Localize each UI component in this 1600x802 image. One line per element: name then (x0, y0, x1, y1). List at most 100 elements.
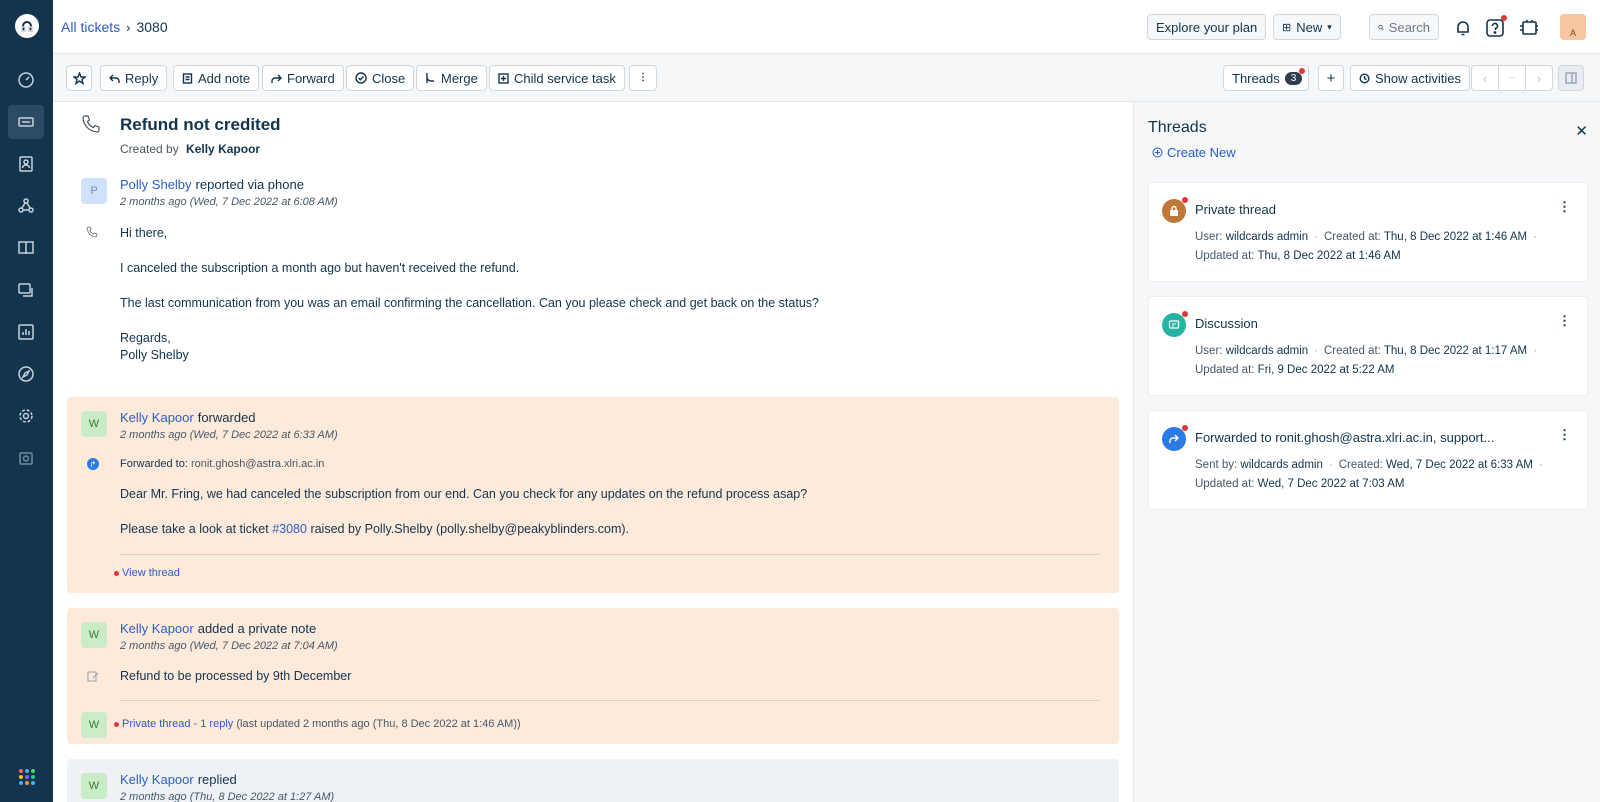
forward-arrow-icon (271, 74, 282, 83)
breadcrumb: All tickets › 3080 (61, 19, 168, 35)
ticket-pager[interactable]: -- (1498, 65, 1526, 91)
threads-panel: Threads ✕ Create New Private thread ⋮ Us… (1133, 102, 1600, 802)
marketplace-icon[interactable] (8, 441, 44, 475)
close-icon[interactable]: ✕ (1575, 122, 1588, 140)
unread-dot (1182, 425, 1188, 431)
forwarded-to-line: Forwarded to: ronit.ghosh@astra.xlri.ac.… (120, 458, 324, 470)
child-service-task-label: Child service task (514, 70, 616, 86)
kebab-menu-icon[interactable]: ⋮ (1558, 313, 1571, 329)
help-icon[interactable] (1483, 15, 1507, 40)
message-body-line: Please take a look at ticket #3080 raise… (120, 521, 629, 538)
child-service-task-button[interactable]: Child service task (489, 65, 625, 91)
forward-button[interactable]: Forward (262, 65, 344, 91)
meta-value: Wed, 7 Dec 2022 at 6:33 AM (1386, 459, 1533, 471)
forums-icon[interactable] (8, 273, 44, 307)
private-thread-line: Private thread - 1 reply (last updated 2… (114, 718, 521, 730)
private-note-card: W Kelly Kapoor added a private note 2 mon… (67, 608, 1119, 744)
add-note-label: Add note (198, 70, 251, 86)
kebab-menu-icon: ⋮ (638, 72, 648, 83)
search-placeholder: Search (1388, 19, 1430, 35)
more-actions-button[interactable]: ⋮ (629, 65, 657, 91)
thread-meta-line: User: wildcards admin · Created at: Thu, 8… (1195, 345, 1537, 357)
breadcrumb-all-tickets-link[interactable]: All tickets (61, 19, 120, 35)
private-thread-link[interactable]: Private thread - 1 reply (122, 718, 233, 730)
star-icon (72, 71, 86, 85)
body-text: raised by Polly.Shelby (polly.shelby@pea… (310, 522, 630, 536)
reports-icon[interactable] (8, 315, 44, 349)
app-logo-icon[interactable] (15, 14, 39, 38)
avatar-letter: W (88, 719, 100, 731)
meta-value: Thu, 8 Dec 2022 at 1:46 AM (1383, 231, 1528, 243)
meta-value: Fri, 9 Dec 2022 at 5:22 AM (1257, 364, 1395, 376)
threads-notification-dot (1299, 68, 1306, 74)
kebab-menu-icon[interactable]: ⋮ (1558, 427, 1571, 443)
view-thread-label: View thread (122, 567, 180, 579)
star-button[interactable] (66, 65, 92, 91)
notifications-bell-icon[interactable] (1451, 16, 1475, 40)
add-note-button[interactable]: Add note (173, 65, 260, 91)
reply-button[interactable]: Reply (100, 65, 168, 91)
author-link[interactable]: Kelly Kapoor (120, 772, 194, 787)
history-icon (1359, 72, 1370, 84)
apps-grid-icon[interactable] (19, 769, 35, 785)
show-activities-button[interactable]: Show activities (1350, 65, 1470, 91)
dashboard-icon[interactable] (8, 63, 44, 97)
reply-arrow-icon (109, 74, 120, 83)
search-input[interactable]: Search (1369, 14, 1439, 40)
forwarded-label: Forwarded to: (120, 458, 188, 470)
create-new-label: Create New (1167, 145, 1236, 160)
thread-card[interactable]: Discussion ⋮ User: wildcards admin · Creat… (1148, 296, 1588, 396)
add-thread-button[interactable]: + (1318, 65, 1344, 91)
message-timestamp: 2 months ago (Wed, 7 Dec 2022 at 6:33 AM… (120, 429, 338, 441)
author-link[interactable]: Kelly Kapoor (120, 621, 194, 636)
forwarded-message-card: W Kelly Kapoor forwarded 2 months ago (We… (67, 397, 1119, 593)
settings-gear-icon[interactable] (8, 399, 44, 433)
contacts-icon[interactable] (8, 147, 44, 181)
created-by-name: Kelly Kapoor (186, 142, 261, 156)
merge-button[interactable]: Merge (416, 65, 487, 91)
create-new-thread-link[interactable]: Create New (1152, 145, 1236, 160)
meta-label: Updated at: (1195, 364, 1255, 376)
reply-message-card: W Kelly Kapoor replied 2 months ago (Thu,… (67, 759, 1119, 802)
user-avatar[interactable]: A (1560, 14, 1586, 40)
phone-small-icon (86, 226, 98, 238)
previous-ticket-button[interactable]: ‹ (1471, 65, 1499, 91)
threads-panel-title: Threads (1148, 119, 1207, 136)
explore-compass-icon[interactable] (8, 357, 44, 391)
explore-plan-button[interactable]: Explore your plan (1147, 14, 1267, 40)
new-button[interactable]: ⊞ New ▾ (1273, 14, 1341, 40)
avatar: P (81, 178, 107, 204)
next-ticket-button[interactable]: › (1525, 65, 1553, 91)
thread-meta-line: Updated at: Fri, 9 Dec 2022 at 5:22 AM (1195, 364, 1394, 376)
top-header: All tickets › 3080 Explore your plan ⊞ N… (53, 0, 1600, 54)
check-circle-icon (355, 72, 367, 84)
divider (119, 700, 1099, 701)
thread-card[interactable]: Private thread ⋮ User: wildcards admin · C… (1148, 182, 1588, 282)
close-label: Close (372, 70, 406, 86)
message-timestamp: 2 months ago (Thu, 8 Dec 2022 at 1:27 AM… (120, 791, 335, 802)
author-link[interactable]: Polly Shelby (120, 177, 192, 192)
thread-card[interactable]: Forwarded to ronit.ghosh@astra.xlri.ac.i… (1148, 410, 1588, 510)
author-link[interactable]: Kelly Kapoor (120, 410, 194, 425)
forwarded-email: ronit.ghosh@astra.xlri.ac.in (190, 458, 325, 470)
toggle-panel-button[interactable] (1558, 65, 1584, 91)
meta-label: Updated at: (1195, 250, 1255, 262)
avatar-letter: P (90, 185, 98, 197)
user-avatar-letter: A (1569, 28, 1576, 38)
groups-icon[interactable] (8, 189, 44, 223)
threads-button[interactable]: Threads 3 (1223, 65, 1310, 91)
view-thread-link[interactable]: View thread (114, 567, 180, 579)
solutions-book-icon[interactable] (8, 231, 44, 265)
ticket-link[interactable]: #3080 (272, 522, 307, 536)
marketplace-apps-icon[interactable] (1517, 16, 1541, 40)
meta-value: wildcards admin (1225, 345, 1309, 357)
kebab-menu-icon[interactable]: ⋮ (1558, 199, 1571, 215)
message-timestamp: 2 months ago (Wed, 7 Dec 2022 at 6:08 AM… (120, 196, 338, 208)
tickets-icon[interactable] (8, 105, 44, 139)
close-ticket-button[interactable]: Close (346, 65, 415, 91)
created-by-label: Created by (120, 142, 179, 156)
meta-label: Created: (1338, 459, 1383, 471)
threads-label: Threads (1232, 70, 1280, 86)
thread-meta: (last updated 2 months ago (Thu, 8 Dec 2… (236, 718, 521, 730)
ticket-subject: Refund not credited (120, 115, 281, 134)
